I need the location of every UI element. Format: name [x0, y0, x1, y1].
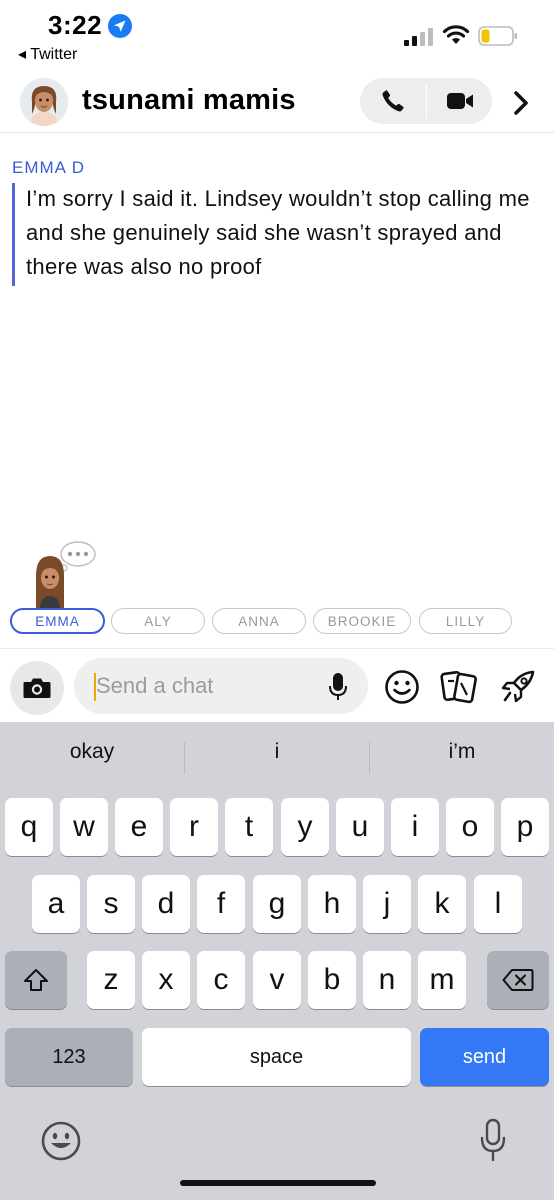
key-c[interactable]: c: [197, 951, 245, 1009]
send-key[interactable]: send: [420, 1028, 549, 1086]
numbers-key[interactable]: 123: [5, 1028, 133, 1086]
member-chip-label: ANNA: [238, 613, 280, 629]
rocket-icon[interactable]: [500, 669, 538, 705]
home-indicator[interactable]: [180, 1180, 376, 1186]
key-l[interactable]: l: [474, 875, 522, 933]
suggestion-1[interactable]: okay: [0, 740, 184, 764]
key-n[interactable]: n: [363, 951, 411, 1009]
cards-icon[interactable]: [440, 669, 478, 705]
typing-bitmoji-icon: [36, 541, 96, 610]
member-chip-label: LILLY: [445, 613, 486, 629]
key-e[interactable]: e: [115, 798, 163, 856]
chat-header: tsunami mamis: [0, 70, 554, 133]
suggestion-2[interactable]: i: [185, 740, 369, 764]
key-i[interactable]: i: [391, 798, 439, 856]
key-u[interactable]: u: [336, 798, 384, 856]
key-w[interactable]: w: [60, 798, 108, 856]
key-k[interactable]: k: [418, 875, 466, 933]
back-app-label: Twitter: [30, 46, 78, 63]
chat-input-bar: [0, 648, 554, 723]
key-t[interactable]: t: [225, 798, 273, 856]
key-y[interactable]: y: [281, 798, 329, 856]
key-d[interactable]: d: [142, 875, 190, 933]
key-s[interactable]: s: [87, 875, 135, 933]
bitmoji-avatar-icon: [20, 78, 68, 126]
cellular-signal-icon: [404, 28, 433, 46]
camera-icon: [23, 678, 51, 698]
key-z[interactable]: z: [87, 951, 135, 1009]
chat-field[interactable]: [74, 658, 368, 714]
key-q[interactable]: q: [5, 798, 53, 856]
member-chip-emma[interactable]: EMMA: [10, 608, 105, 634]
key-m[interactable]: m: [418, 951, 466, 1009]
video-call-button[interactable]: [427, 78, 492, 124]
battery-icon: [478, 26, 517, 46]
key-x[interactable]: x: [142, 951, 190, 1009]
member-chip-label: ALY: [144, 613, 172, 629]
key-b[interactable]: b: [308, 951, 356, 1009]
video-camera-icon: [446, 93, 473, 109]
message-text[interactable]: I’m sorry I said it. Lindsey wouldn’t st…: [26, 182, 536, 284]
backspace-key[interactable]: [487, 951, 549, 1009]
call-controls: [360, 78, 492, 124]
chat-title[interactable]: tsunami mamis: [82, 84, 296, 117]
key-h[interactable]: h: [308, 875, 356, 933]
back-to-app-link[interactable]: ◂ Twitter: [18, 44, 77, 64]
backspace-icon: [502, 969, 534, 991]
emoji-keyboard-icon[interactable]: [40, 1120, 82, 1162]
key-j[interactable]: j: [363, 875, 411, 933]
wifi-icon: [442, 25, 470, 44]
phone-icon: [382, 90, 404, 112]
member-chip-brookie[interactable]: BROOKIE: [313, 608, 411, 634]
key-g[interactable]: g: [253, 875, 301, 933]
member-chip-anna[interactable]: ANNA: [212, 608, 306, 634]
group-avatar[interactable]: [20, 78, 68, 126]
predictive-bar: okay i i’m: [0, 722, 554, 794]
member-chip-aly[interactable]: ALY: [111, 608, 205, 634]
shift-key[interactable]: [5, 951, 67, 1009]
voice-call-button[interactable]: [360, 78, 426, 124]
key-r[interactable]: r: [170, 798, 218, 856]
space-key[interactable]: space: [142, 1028, 411, 1086]
microphone-icon[interactable]: [328, 672, 348, 702]
location-arrow-icon: [108, 14, 132, 38]
key-a[interactable]: a: [32, 875, 80, 933]
key-v[interactable]: v: [253, 951, 301, 1009]
message-sender: EMMA D: [12, 158, 86, 177]
message-accent-bar: [12, 183, 15, 286]
dictation-microphone-icon[interactable]: [478, 1118, 508, 1164]
chevron-right-icon[interactable]: [506, 88, 536, 118]
chat-input[interactable]: [96, 666, 316, 706]
smiley-icon[interactable]: [384, 669, 420, 705]
clock: 3:22: [48, 10, 103, 40]
camera-button[interactable]: [10, 661, 64, 715]
suggestion-3[interactable]: i’m: [370, 740, 554, 764]
member-chip-label: BROOKIE: [327, 613, 397, 629]
member-chip-label: EMMA: [35, 613, 80, 629]
keyboard: okay i i’m q w e r t y u i o p a s d f g…: [0, 722, 554, 1200]
key-o[interactable]: o: [446, 798, 494, 856]
member-chip-lilly[interactable]: LILLY: [419, 608, 512, 634]
key-f[interactable]: f: [197, 875, 245, 933]
status-bar: 3:22 ◂ Twitter: [0, 0, 554, 70]
key-p[interactable]: p: [501, 798, 549, 856]
shift-icon: [24, 969, 48, 991]
